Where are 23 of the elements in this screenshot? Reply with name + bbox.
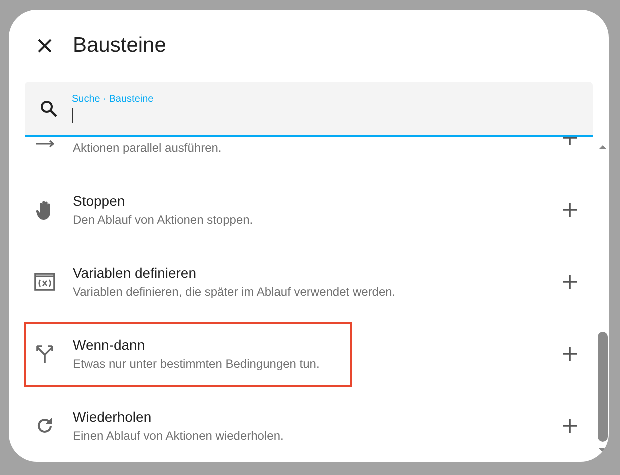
add-icon[interactable] — [562, 202, 578, 218]
text-cursor — [72, 108, 73, 123]
item-description: Aktionen parallel ausführen. — [73, 141, 222, 155]
item-title: Wiederholen — [73, 409, 153, 425]
search-field[interactable]: Suche · Bausteine — [25, 82, 593, 137]
close-icon[interactable] — [37, 38, 53, 54]
item-title: Variablen definieren — [73, 265, 198, 281]
scroll-up-icon[interactable] — [598, 145, 608, 150]
add-icon[interactable] — [562, 274, 578, 290]
item-description: Den Ablauf von Aktionen stoppen. — [73, 213, 254, 227]
dialog-title: Bausteine — [73, 34, 166, 58]
add-icon[interactable] — [562, 346, 578, 362]
item-title: Wenn-dann — [73, 337, 146, 353]
item-description: Einen Ablauf von Aktionen wiederholen. — [73, 429, 284, 443]
field-label: Suche · Bausteine — [72, 94, 154, 105]
search-icon — [40, 100, 58, 118]
arrow-right-icon — [36, 140, 54, 148]
variable-icon — [33, 270, 57, 294]
item-title: Stoppen — [73, 193, 126, 209]
item-description: Etwas nur unter bestimmten Bedingungen tun. — [73, 357, 320, 371]
add-icon[interactable] — [562, 418, 578, 434]
item-description: Variablen definieren, die später im Ablauf verwendet werden. — [73, 285, 396, 299]
scrollbar-thumb[interactable] — [598, 332, 608, 442]
